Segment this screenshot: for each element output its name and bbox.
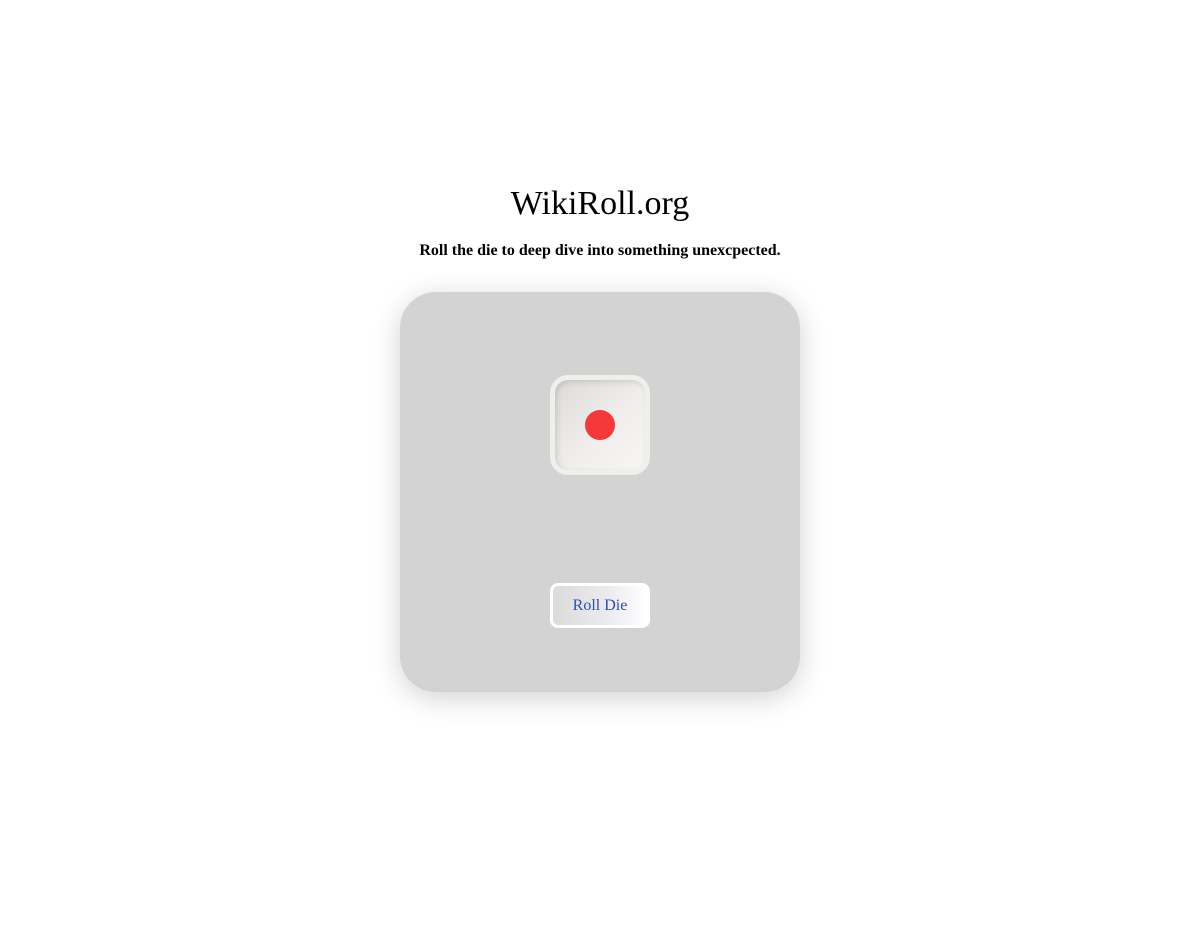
tagline: Roll the die to deep dive into something… <box>419 242 781 259</box>
die-card: Roll Die <box>400 292 800 692</box>
die <box>550 375 650 475</box>
page: WikiRoll.org Roll the die to deep dive i… <box>0 0 1200 942</box>
die-pip <box>585 410 615 440</box>
roll-die-button[interactable]: Roll Die <box>550 583 650 628</box>
site-title: WikiRoll.org <box>510 185 690 222</box>
